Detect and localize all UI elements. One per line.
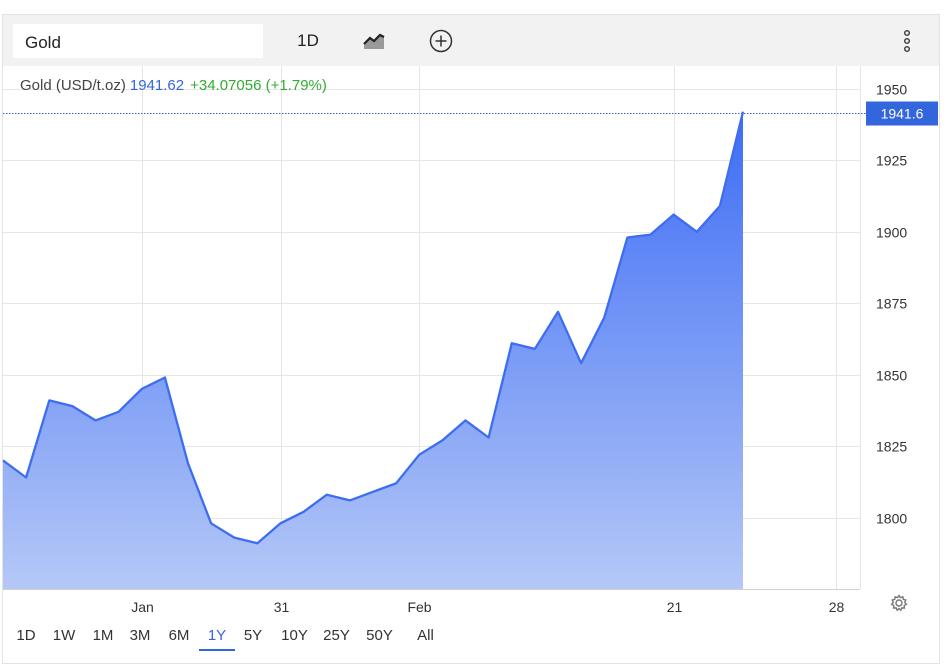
y-tick-label: 1800 [876, 511, 907, 527]
data-point [325, 493, 328, 496]
data-point [94, 419, 97, 422]
y-tick-label: 1925 [876, 153, 907, 169]
data-point [140, 387, 143, 390]
range-button-6m[interactable]: 6M [161, 623, 197, 649]
chart-legend: Gold (USD/t.oz) 1941.62 +34.07056 (+1.79%) [20, 77, 327, 94]
data-point [71, 405, 74, 408]
data-point [510, 342, 513, 345]
range-button-1w[interactable]: 1W [46, 623, 82, 649]
data-point [163, 376, 166, 379]
range-button-25y[interactable]: 25Y [314, 623, 359, 649]
range-button-1m[interactable]: 1M [85, 623, 121, 649]
current-price-label: 1941.6 [881, 106, 924, 122]
range-button-1y[interactable]: 1Y [199, 623, 235, 651]
x-tick-label: 31 [274, 599, 290, 615]
range-button-1d[interactable]: 1D [8, 623, 44, 649]
y-tick-label: 1825 [876, 439, 907, 455]
chart-settings-button[interactable] [889, 593, 909, 613]
data-point [718, 205, 721, 208]
x-tick-label: 21 [667, 599, 683, 615]
data-point [2, 459, 5, 462]
data-point [210, 522, 213, 525]
data-point [187, 462, 190, 465]
data-point [256, 542, 259, 545]
data-point [441, 439, 444, 442]
range-button-5y[interactable]: 5Y [235, 623, 271, 649]
data-point [418, 453, 421, 456]
data-point [117, 410, 120, 413]
price-area [3, 111, 743, 589]
data-point [233, 536, 236, 539]
x-tick-label: Feb [407, 599, 431, 615]
data-point [580, 362, 583, 365]
y-tick-label: 1950 [876, 82, 907, 98]
data-point [672, 213, 675, 216]
range-button-all[interactable]: All [403, 623, 448, 649]
range-button-10y[interactable]: 10Y [272, 623, 317, 649]
x-tick-label: 28 [829, 599, 845, 615]
data-point [48, 399, 51, 402]
data-point [372, 490, 375, 493]
legend-symbol-name: Gold (USD/t.oz) [20, 77, 126, 94]
y-tick-label: 1850 [876, 368, 907, 384]
price-chart[interactable]: 1950 1925 1900 1875 1850 1825 1800 Jan 31 Feb 21 28… [0, 0, 949, 665]
y-tick-label: 1875 [876, 296, 907, 312]
data-point [557, 310, 560, 313]
legend-change: +34.07056 (+1.79%) [190, 77, 327, 94]
y-tick-label: 1900 [876, 225, 907, 241]
data-point [695, 230, 698, 233]
legend-price: 1941.62 [129, 77, 185, 94]
data-point [487, 436, 490, 439]
data-point [25, 476, 28, 479]
data-point [464, 419, 467, 422]
data-point [348, 499, 351, 502]
data-point [533, 347, 536, 350]
x-tick-label: Jan [131, 599, 154, 615]
data-point [626, 236, 629, 239]
data-point [742, 110, 745, 113]
data-point [395, 482, 398, 485]
data-point [649, 233, 652, 236]
gear-icon [890, 594, 908, 612]
data-point [603, 316, 606, 319]
data-point [279, 522, 282, 525]
range-button-3m[interactable]: 3M [122, 623, 158, 649]
range-button-50y[interactable]: 50Y [357, 623, 402, 649]
data-point [302, 510, 305, 513]
